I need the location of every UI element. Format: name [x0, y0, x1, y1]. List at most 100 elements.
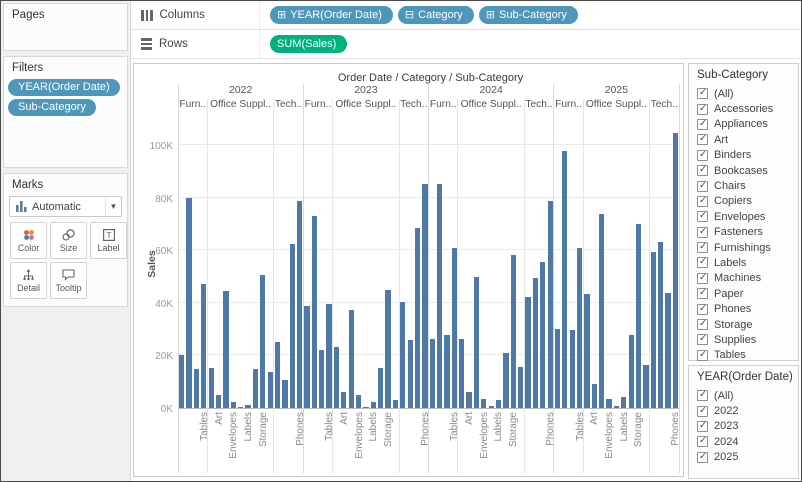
checkbox-checked[interactable] — [697, 196, 708, 207]
bar-2023-Copiers[interactable] — [408, 340, 413, 408]
tooltip-button[interactable]: Tooltip — [50, 262, 87, 299]
bar-2025-Supplies[interactable] — [643, 365, 648, 408]
filter-option-fasteners[interactable]: Fasteners — [697, 225, 794, 240]
filter-option-storage[interactable]: Storage — [697, 317, 794, 332]
bar-2025-Phones[interactable] — [673, 133, 678, 408]
detail-button[interactable]: Detail — [10, 262, 47, 299]
size-button[interactable]: Size — [50, 222, 87, 259]
bar-2023-Tables[interactable] — [326, 304, 331, 408]
filter-option-2025[interactable]: 2025 — [697, 450, 794, 465]
bar-2024-Binders[interactable] — [474, 277, 479, 408]
checkbox-checked[interactable] — [697, 273, 708, 284]
bar-2023-Labels[interactable] — [371, 402, 376, 408]
bar-2025-Storage[interactable] — [636, 224, 641, 408]
bar-2022-Appliances[interactable] — [209, 368, 214, 408]
bar-2022-Copiers[interactable] — [282, 380, 287, 408]
bar-2024-Art[interactable] — [466, 392, 471, 408]
filter-option-machines[interactable]: Machines — [697, 271, 794, 286]
bar-2025-Furnishings[interactable] — [570, 330, 575, 408]
filter-option-appliances[interactable]: Appliances — [697, 117, 794, 132]
bar-2024-Appliances[interactable] — [459, 339, 464, 408]
bar-2024-Chairs[interactable] — [437, 184, 442, 408]
filter-option-all[interactable]: (All) — [697, 388, 794, 403]
shelf-pill[interactable]: SUM(Sales) — [270, 35, 347, 53]
bar-2024-Envelopes[interactable] — [481, 399, 486, 408]
bar-2023-Machines[interactable] — [415, 228, 420, 408]
checkbox-checked[interactable] — [697, 181, 708, 192]
bar-2022-Tables[interactable] — [201, 284, 206, 408]
bar-2025-Chairs[interactable] — [562, 151, 567, 408]
filter-option-2024[interactable]: 2024 — [697, 434, 794, 449]
checkbox-checked[interactable] — [697, 165, 708, 176]
bar-2022-Art[interactable] — [216, 395, 221, 408]
bar-2023-Binders[interactable] — [349, 310, 354, 408]
bar-2025-Appliances[interactable] — [584, 294, 589, 408]
bar-2023-Chairs[interactable] — [312, 216, 317, 408]
filter-option-binders[interactable]: Binders — [697, 148, 794, 163]
bar-2022-Paper[interactable] — [253, 369, 258, 408]
bar-2022-Phones[interactable] — [297, 201, 302, 408]
bar-2024-Storage[interactable] — [511, 255, 516, 408]
rows-shelf[interactable]: Rows SUM(Sales) — [131, 30, 801, 59]
bar-2022-Labels[interactable] — [245, 405, 250, 408]
pages-shelf[interactable]: Pages — [3, 3, 128, 51]
checkbox-checked[interactable] — [697, 390, 708, 401]
checkbox-checked[interactable] — [697, 119, 708, 130]
bar-2024-Accessories[interactable] — [525, 297, 530, 408]
bar-2023-Envelopes[interactable] — [356, 395, 361, 408]
filter-option-chairs[interactable]: Chairs — [697, 178, 794, 193]
bar-2023-Storage[interactable] — [385, 290, 390, 408]
bar-2024-Bookcases[interactable] — [430, 339, 435, 408]
bar-2024-Copiers[interactable] — [533, 278, 538, 408]
bar-2025-Art[interactable] — [592, 384, 597, 408]
filter-pill[interactable]: YEAR(Order Date) — [8, 79, 120, 96]
checkbox-checked[interactable] — [697, 227, 708, 238]
bar-2023-Furnishings[interactable] — [319, 350, 324, 408]
checkbox-checked[interactable] — [697, 350, 708, 361]
bar-2024-Machines[interactable] — [540, 262, 545, 408]
bar-2023-Paper[interactable] — [378, 368, 383, 409]
filters-shelf[interactable]: Filters YEAR(Order Date)Sub-Category — [3, 56, 128, 168]
checkbox-checked[interactable] — [697, 421, 708, 432]
checkbox-checked[interactable] — [697, 257, 708, 268]
bar-2022-Envelopes[interactable] — [231, 402, 236, 408]
shelf-pill[interactable]: ⊞Sub-Category — [479, 6, 578, 24]
shelf-pill[interactable]: ⊞YEAR(Order Date) — [270, 6, 393, 24]
checkbox-checked[interactable] — [697, 452, 708, 463]
mark-type-dropdown[interactable]: Automatic ▼ — [9, 196, 122, 217]
bar-2023-Bookcases[interactable] — [304, 306, 309, 408]
checkbox-checked[interactable] — [697, 211, 708, 222]
bar-2023-Art[interactable] — [341, 392, 346, 408]
bar-2023-Supplies[interactable] — [393, 400, 398, 408]
bar-2022-Supplies[interactable] — [268, 372, 273, 408]
bar-2025-Labels[interactable] — [621, 397, 626, 408]
bar-2022-Furnishings[interactable] — [194, 369, 199, 408]
filter-option-2022[interactable]: 2022 — [697, 403, 794, 418]
chevron-down-icon[interactable]: ▼ — [105, 197, 121, 216]
filter-option-phones[interactable]: Phones — [697, 301, 794, 316]
collapse-icon[interactable]: ⊟ — [405, 10, 414, 21]
bar-2025-Copiers[interactable] — [658, 242, 663, 408]
bar-2025-Fasteners[interactable] — [614, 406, 619, 408]
expand-icon[interactable]: ⊞ — [277, 10, 286, 21]
bar-2022-Machines[interactable] — [290, 244, 295, 408]
bar-2022-Binders[interactable] — [223, 291, 228, 408]
bar-2022-Storage[interactable] — [260, 275, 265, 408]
bar-2023-Appliances[interactable] — [334, 347, 339, 408]
expand-icon[interactable]: ⊞ — [486, 10, 495, 21]
filter-option-tables[interactable]: Tables — [697, 348, 794, 363]
filter-option-accessories[interactable]: Accessories — [697, 101, 794, 116]
bar-2025-Paper[interactable] — [629, 335, 634, 408]
filter-option-bookcases[interactable]: Bookcases — [697, 163, 794, 178]
bar-2023-Accessories[interactable] — [400, 302, 405, 409]
checkbox-checked[interactable] — [697, 104, 708, 115]
bar-2024-Supplies[interactable] — [518, 367, 523, 408]
filter-option-paper[interactable]: Paper — [697, 286, 794, 301]
checkbox-checked[interactable] — [697, 288, 708, 299]
bar-2022-Chairs[interactable] — [186, 198, 191, 408]
bar-2025-Envelopes[interactable] — [606, 399, 611, 408]
checkbox-checked[interactable] — [697, 304, 708, 315]
checkbox-checked[interactable] — [697, 334, 708, 345]
columns-shelf[interactable]: Columns ⊞YEAR(Order Date)⊟Category⊞Sub-C… — [131, 1, 801, 30]
filter-option-2023[interactable]: 2023 — [697, 419, 794, 434]
